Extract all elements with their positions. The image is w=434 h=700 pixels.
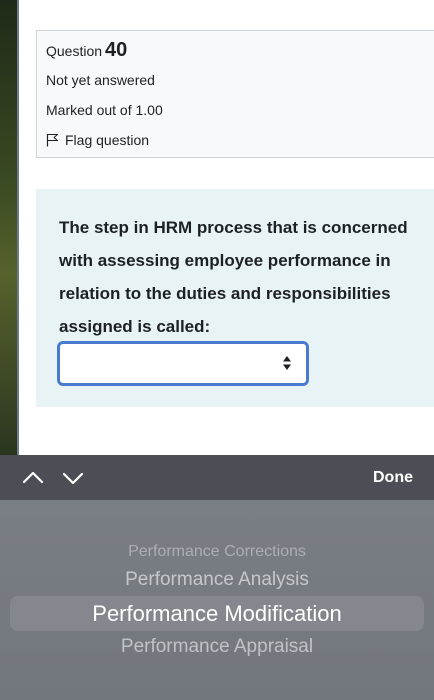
keyboard-accessory-toolbar: Done [0, 455, 434, 500]
question-number: 40 [105, 39, 128, 61]
previous-field-chevron-up-icon[interactable] [22, 467, 44, 489]
quiz-page: Question 40 Not yet answered Marked out o… [19, 0, 434, 455]
answer-select[interactable] [57, 341, 309, 386]
picker-option[interactable]: Performance Analysis [0, 569, 434, 591]
done-button[interactable]: Done [373, 469, 413, 487]
select-arrows-icon [283, 356, 291, 370]
flag-question-label: Flag question [65, 132, 150, 148]
picker-option[interactable]: Performance Appraisal [0, 636, 434, 658]
flag-icon [46, 134, 58, 147]
question-content-box: The step in HRM process that is concerne… [36, 189, 434, 407]
picker-option-selected[interactable]: Performance Modification [0, 601, 434, 627]
question-info-box: Question 40 Not yet answered Marked out o… [36, 30, 434, 158]
question-text: The step in HRM process that is concerne… [59, 218, 408, 336]
picker-option[interactable]: Performance Corrections [0, 543, 434, 561]
question-state: Not yet answered [46, 72, 155, 88]
flag-question-link[interactable]: Flag question [46, 132, 149, 148]
select-picker-wheel[interactable]: Performance Corrections Performance Anal… [0, 500, 434, 700]
question-grade: Marked out of 1.00 [46, 102, 163, 118]
question-number-line: Question 40 [46, 39, 127, 62]
question-label: Question [46, 43, 103, 59]
background-image-strip [0, 0, 18, 455]
next-field-chevron-down-icon[interactable] [62, 467, 84, 489]
